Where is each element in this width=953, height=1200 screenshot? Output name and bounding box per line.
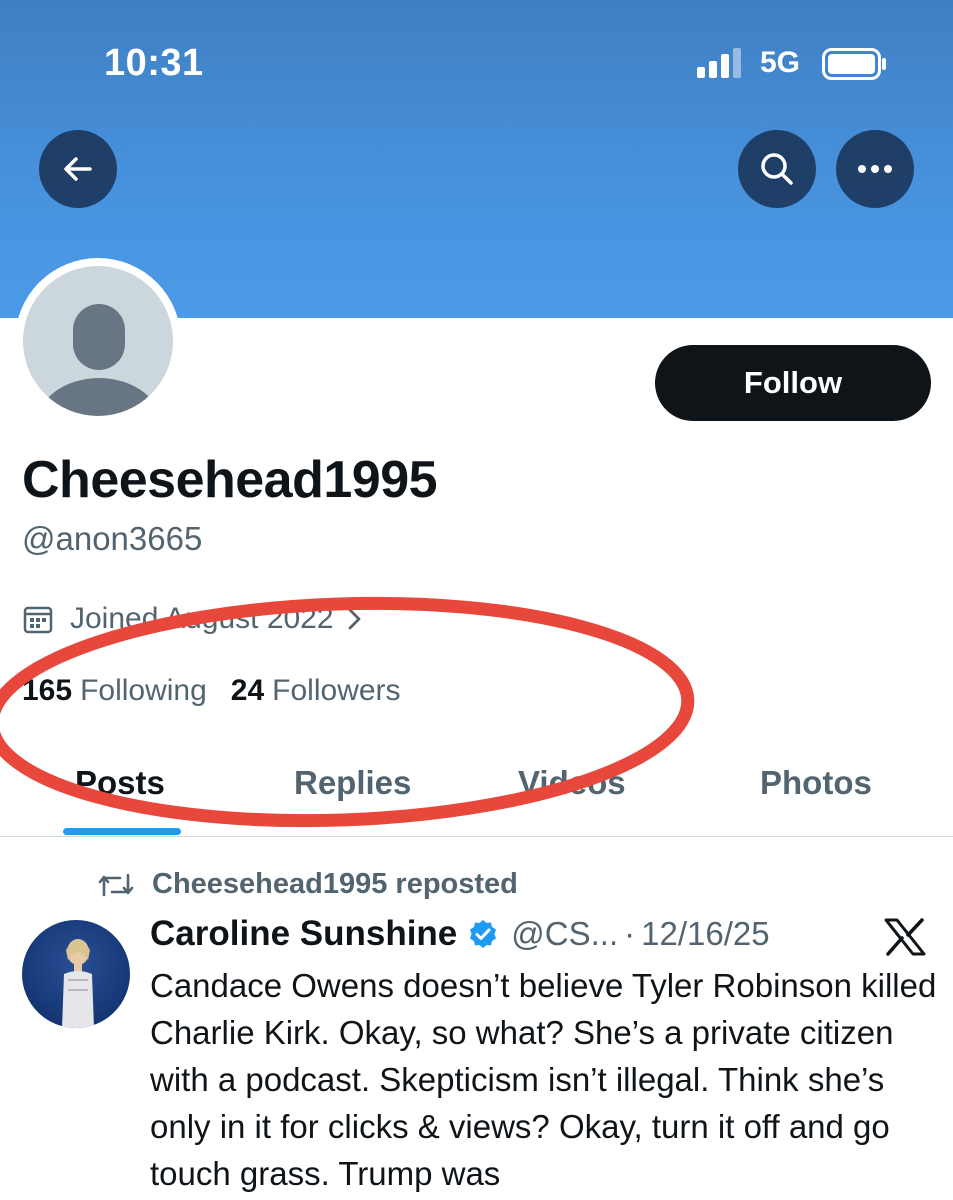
joined-date-row[interactable]: Joined August 2022	[22, 602, 380, 636]
tab-replies[interactable]: Replies	[294, 764, 411, 802]
post-author-name[interactable]: Caroline Sunshine	[150, 914, 457, 954]
repost-indicator: Cheesehead1995 reposted	[98, 868, 518, 901]
post-date[interactable]: 12/16/25	[641, 915, 769, 953]
signal-icon	[697, 48, 741, 78]
verified-badge-icon	[470, 920, 497, 948]
x-logo-icon	[884, 918, 926, 956]
tab-posts[interactable]: Posts	[75, 764, 165, 802]
profile-avatar[interactable]	[15, 258, 181, 424]
chevron-right-icon	[348, 608, 360, 630]
post-author-avatar[interactable]	[22, 920, 130, 1028]
more-dots-icon	[858, 165, 892, 173]
battery-icon	[822, 48, 886, 80]
search-icon	[761, 153, 793, 185]
more-button[interactable]	[836, 130, 914, 208]
tab-videos[interactable]: Videos	[518, 764, 626, 802]
tab-photos[interactable]: Photos	[760, 764, 872, 802]
followers-label: Followers	[272, 674, 401, 707]
back-arrow-icon	[64, 157, 92, 181]
followers-link[interactable]: 24 Followers	[231, 674, 401, 708]
post-header: Caroline Sunshine @CS... · 12/16/25	[150, 914, 770, 954]
display-name: Cheesehead1995	[22, 451, 438, 509]
post-text: Candace Owens doesn’t believe Tyler Robi…	[150, 967, 937, 1192]
network-label: 5G	[760, 46, 801, 79]
status-time: 10:31	[104, 42, 204, 84]
following-count: 165	[22, 674, 73, 707]
repost-label: Cheesehead1995 reposted	[152, 868, 518, 900]
active-tab-indicator	[63, 828, 181, 835]
post-author-handle[interactable]: @CS...	[511, 915, 618, 953]
back-button[interactable]	[39, 130, 117, 208]
joined-date: Joined August 2022	[70, 602, 334, 635]
user-handle: @anon3665	[22, 520, 203, 557]
default-avatar-icon	[23, 266, 173, 416]
post-separator: ·	[624, 915, 636, 952]
profile-tabs: Posts Replies Videos Photos	[0, 748, 953, 837]
following-label: Following	[80, 674, 207, 707]
search-button[interactable]	[738, 130, 816, 208]
followers-count: 24	[230, 674, 265, 707]
calendar-icon	[23, 606, 53, 634]
follow-button[interactable]: Follow	[655, 345, 931, 421]
following-link[interactable]: 165 Following	[22, 674, 207, 708]
repost-icon	[98, 873, 134, 896]
follow-stats: 165 Following 24 Followers	[22, 674, 425, 708]
